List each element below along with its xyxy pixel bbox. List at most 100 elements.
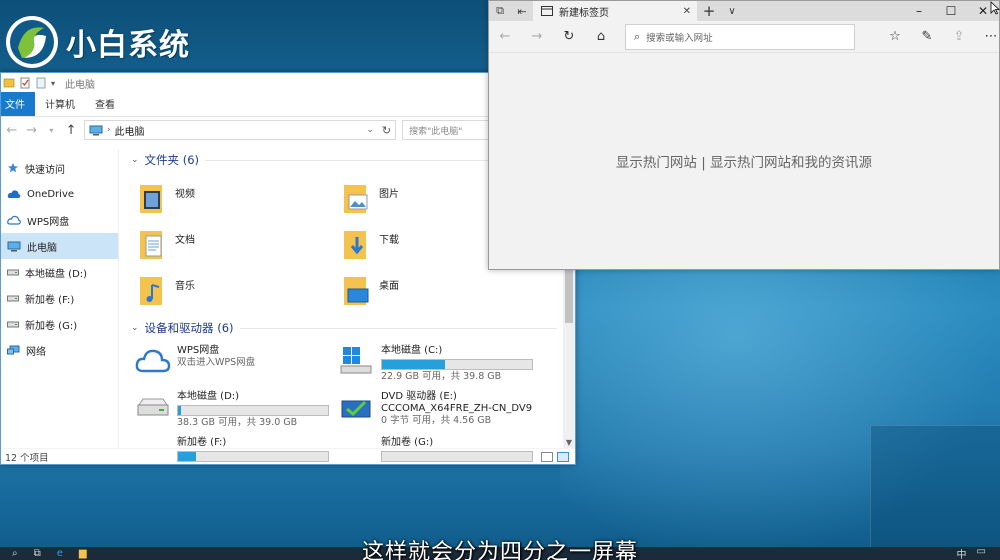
set-aside-tabs-icon[interactable]: ⇤ <box>511 5 533 18</box>
item-count: 12 个项目 <box>5 452 49 464</box>
documents-folder-icon <box>140 231 162 259</box>
navigation-pane: 快速访问 OneDrive WPS网盘 此电脑 本地磁盘 (D:) 新加卷 (F… <box>1 149 119 448</box>
tab-view[interactable]: 查看 <box>85 92 125 116</box>
large-icons-view-icon[interactable] <box>557 451 569 462</box>
window-icon <box>3 78 15 88</box>
sidebar-item-label: 此电脑 <box>27 242 57 254</box>
back-arrow-icon[interactable]: ← <box>5 123 19 138</box>
mouse-cursor-icon <box>990 1 1000 15</box>
windows-drive-icon <box>340 347 372 374</box>
window-title: 此电脑 <box>65 79 96 91</box>
cloud-icon <box>7 190 21 198</box>
scroll-down-icon[interactable]: ▼ <box>563 438 575 447</box>
device-subtitle: 38.3 GB 可用，共 39.0 GB <box>177 417 298 428</box>
folder-desktop[interactable]: 桌面 <box>343 267 547 313</box>
url-placeholder: 搜索或输入网址 <box>646 32 713 44</box>
sidebar-item-this-pc[interactable]: 此电脑 <box>1 233 118 259</box>
device-name: WPS网盘 <box>177 345 220 356</box>
folder-label: 图片 <box>379 188 399 200</box>
logo-text: 小白系统 <box>66 28 190 63</box>
pen-icon[interactable]: ✎ <box>919 29 935 44</box>
device-subtitle: 22.9 GB 可用，共 39.8 GB <box>381 371 502 382</box>
address-bar[interactable]: › 此电脑 ⌄ ↻ <box>83 120 397 140</box>
favorites-icon[interactable]: ☆ <box>887 29 903 44</box>
drive-icon <box>7 295 19 302</box>
collapse-chevron-icon[interactable]: ⌄ <box>131 323 139 333</box>
downloads-folder-icon <box>344 231 366 259</box>
edge-browser-window[interactable]: ⧉ ⇤ 新建标签页 ✕ + ∨ – ☐ ✕ ← → ↻ ⌂ ⌕ 搜索或输入网址 … <box>488 0 1000 270</box>
properties-icon[interactable] <box>19 77 31 89</box>
top-sites-message[interactable]: 显示热门网站 | 显示热门网站和我的资讯源 <box>616 151 872 171</box>
tab-strip: ⧉ ⇤ 新建标签页 ✕ + ∨ – ☐ ✕ <box>489 1 999 21</box>
devices-group-header[interactable]: ⌄ 设备和驱动器 (6) <box>125 317 575 339</box>
sidebar-item-onedrive[interactable]: OneDrive <box>1 181 118 207</box>
collapse-chevron-icon[interactable]: ⌄ <box>131 155 139 165</box>
folder-music[interactable]: 音乐 <box>139 267 343 313</box>
url-bar[interactable]: ⌕ 搜索或输入网址 <box>625 23 855 50</box>
back-icon[interactable]: ← <box>497 29 513 44</box>
more-icon[interactable]: ⋯ <box>983 29 999 44</box>
device-volume-label: CCCOMA_X64FRE_ZH-CN_DV9 <box>381 403 533 414</box>
tab-page-icon <box>541 6 553 16</box>
window-controls: – ☐ ✕ <box>903 4 999 18</box>
sidebar-item-network[interactable]: 网络 <box>1 337 118 363</box>
sidebar-item-drive-f[interactable]: 新加卷 (F:) <box>1 285 118 311</box>
folder-label: 视频 <box>175 188 195 200</box>
drive-icon <box>137 398 169 416</box>
logo-mark-icon <box>6 16 58 68</box>
tab-file[interactable]: 文件 <box>1 92 35 116</box>
tab-preview-chevron-icon[interactable]: ∨ <box>721 6 743 17</box>
folder-documents[interactable]: 文档 <box>139 221 343 267</box>
device-subtitle: 0 字节 可用，共 4.56 GB <box>381 415 492 426</box>
desktop-folder-icon <box>344 277 369 305</box>
new-tab-icon[interactable]: + <box>697 2 721 20</box>
refresh-icon[interactable]: ↻ <box>561 29 577 44</box>
devices-group-title: 设备和驱动器 (6) <box>144 321 234 335</box>
share-icon[interactable]: ⇪ <box>951 29 967 44</box>
device-wps-cloud[interactable]: WPS网盘 双击进入WPS网盘 <box>135 341 339 387</box>
tab-actions-icon[interactable]: ⧉ <box>489 4 511 18</box>
folder-videos[interactable]: 视频 <box>139 175 343 221</box>
pictures-folder-icon <box>344 185 368 213</box>
sidebar-item-drive-d[interactable]: 本地磁盘 (D:) <box>1 259 118 285</box>
device-drive-d[interactable]: 本地磁盘 (D:) 38.3 GB 可用，共 39.0 GB <box>135 387 339 433</box>
star-icon <box>8 163 18 173</box>
forward-icon[interactable]: → <box>529 29 545 44</box>
usage-bar-fill <box>178 406 181 415</box>
network-icon <box>7 345 20 354</box>
home-icon[interactable]: ⌂ <box>593 29 609 44</box>
folder-label: 下载 <box>379 234 399 246</box>
tab-computer[interactable]: 计算机 <box>35 92 85 116</box>
dvd-icon <box>341 400 371 418</box>
refresh-icon[interactable]: ↻ <box>382 124 391 137</box>
qa-dropdown-icon[interactable]: ▾ <box>51 79 55 88</box>
device-dvd-e[interactable]: DVD 驱动器 (E:) CCCOMA_X64FRE_ZH-CN_DV9 0 字… <box>339 387 543 433</box>
music-folder-icon <box>140 277 162 305</box>
sidebar-item-drive-g[interactable]: 新加卷 (G:) <box>1 311 118 337</box>
sidebar-item-wps-cloud[interactable]: WPS网盘 <box>1 207 118 233</box>
sidebar-item-quick-access[interactable]: 快速访问 <box>1 155 118 181</box>
folders-group-title: 文件夹 (6) <box>144 153 199 167</box>
breadcrumb-chevron-icon: › <box>106 125 111 135</box>
tab-new-tab[interactable]: 新建标签页 ✕ <box>533 1 697 21</box>
device-drive-c[interactable]: 本地磁盘 (C:) 22.9 GB 可用，共 39.8 GB <box>339 341 543 387</box>
details-view-icon[interactable] <box>541 451 553 462</box>
recent-dropdown-icon[interactable]: ▾ <box>44 126 58 135</box>
usage-bar <box>177 405 329 416</box>
sidebar-item-label: OneDrive <box>27 188 75 200</box>
new-tab-page: 显示热门网站 | 显示热门网站和我的资讯源 <box>489 53 999 269</box>
computer-icon <box>7 241 21 251</box>
close-tab-icon[interactable]: ✕ <box>683 6 691 17</box>
breadcrumb-this-pc[interactable]: 此电脑 <box>115 123 145 138</box>
address-dropdown-icon[interactable]: ⌄ <box>366 125 374 135</box>
drive-icon <box>7 321 19 328</box>
maximize-icon[interactable]: ☐ <box>935 4 967 18</box>
up-arrow-icon[interactable]: ↑ <box>64 123 78 138</box>
toolbar-actions: ☆ ✎ ⇪ ⋯ <box>887 29 999 44</box>
new-folder-icon[interactable] <box>35 77 47 89</box>
minimize-icon[interactable]: – <box>903 4 935 18</box>
drive-icon <box>7 269 19 276</box>
sidebar-item-label: 快速访问 <box>25 164 65 176</box>
video-folder-icon <box>140 185 162 213</box>
forward-arrow-icon[interactable]: → <box>25 123 39 138</box>
